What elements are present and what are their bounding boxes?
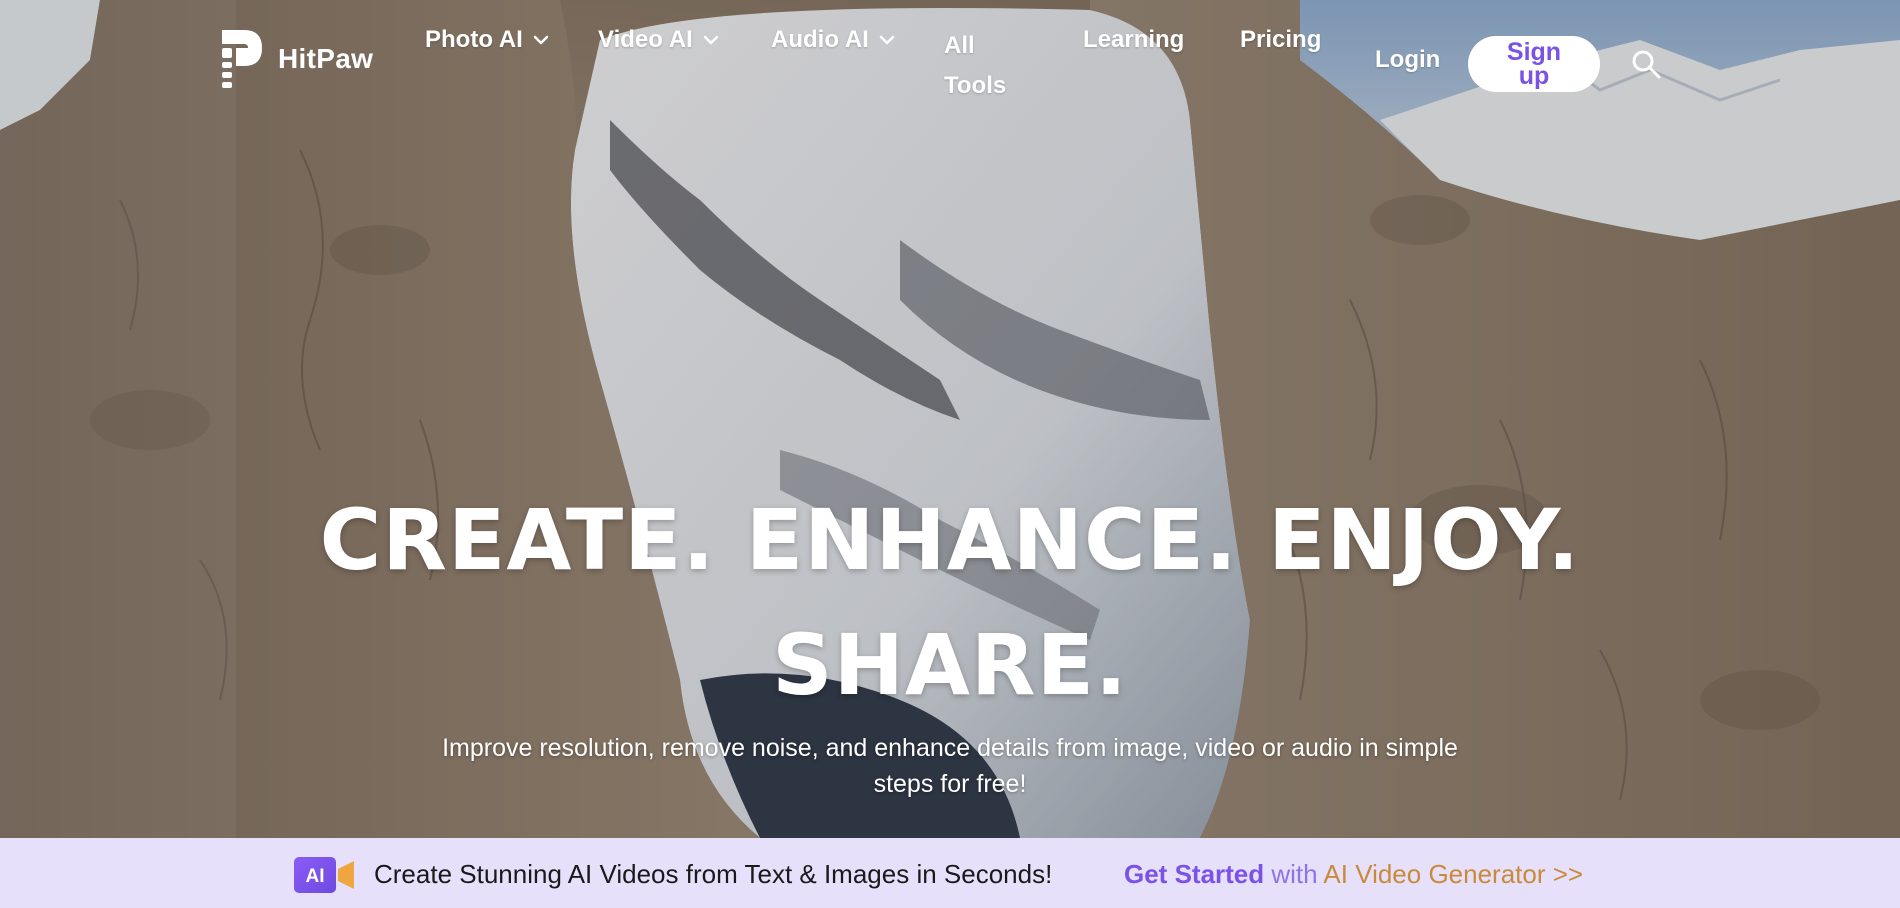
hero-headline-line2: SHARE. [772, 616, 1128, 714]
login-link[interactable]: Login [1375, 46, 1440, 74]
signup-label-line2: up [1518, 62, 1550, 90]
nav-all-tools-line1: All [944, 32, 975, 59]
hero-headline-line1: CREATE. ENHANCE. ENJOY. [319, 491, 1581, 589]
chevron-down-icon [879, 35, 895, 45]
top-navigation: HitPaw Photo AI Video AI Audio AI All To… [0, 0, 1900, 120]
nav-photo-ai-label: Photo AI [425, 26, 523, 53]
nav-video-ai-label: Video AI [598, 26, 693, 53]
nav-learning[interactable]: Learning [1083, 26, 1184, 54]
nav-all-tools-line2: Tools [944, 72, 1007, 99]
nav-pricing-label: Pricing [1240, 26, 1322, 53]
signup-button[interactable]: Sign up [1468, 36, 1600, 92]
hero-headline: CREATE. ENHANCE. ENJOY. SHARE. [300, 478, 1600, 728]
banner-cta-link[interactable]: Get Started with AI Video Generator >> [1124, 856, 1583, 892]
brand-name: HitPaw [278, 43, 374, 74]
banner-cta-with: with [1264, 859, 1324, 889]
nav-video-ai[interactable]: Video AI [598, 26, 719, 54]
banner-cta-ai-video-generator: AI Video Generator >> [1323, 859, 1584, 889]
hitpaw-logo[interactable]: HitPaw [218, 28, 373, 90]
nav-learning-label: Learning [1083, 26, 1185, 53]
ai-video-badge-icon: AI [294, 857, 354, 893]
nav-photo-ai[interactable]: Photo AI [425, 26, 549, 54]
hitpaw-logo-icon [222, 30, 262, 88]
nav-pricing[interactable]: Pricing [1240, 26, 1321, 54]
banner-message: Create Stunning AI Videos from Text & Im… [374, 859, 1053, 889]
login-label: Login [1375, 46, 1441, 73]
nav-audio-ai-label: Audio AI [771, 26, 869, 53]
signup-label-line1: Sign [1506, 38, 1562, 66]
search-icon[interactable] [1630, 48, 1662, 80]
ai-badge-label: AI [306, 866, 325, 887]
chevron-down-icon [533, 35, 549, 45]
hero-subheadline: Improve resolution, remove noise, and en… [360, 730, 1540, 802]
hero-subheadline-line1: Improve resolution, remove noise, and en… [442, 734, 1458, 762]
nav-all-tools[interactable]: All Tools [944, 26, 1024, 106]
nav-audio-ai[interactable]: Audio AI [771, 26, 895, 54]
chevron-down-icon [703, 35, 718, 45]
hero-subheadline-line2: steps for free! [873, 770, 1027, 798]
banner-cta-get-started: Get Started [1124, 859, 1265, 889]
